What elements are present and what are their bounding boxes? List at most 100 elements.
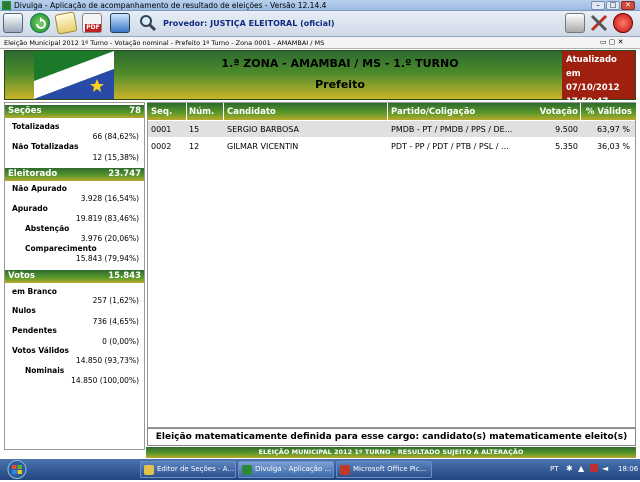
totalizadas-value: 66 (84,62%) bbox=[92, 132, 139, 141]
updated-box: Atualizado em 07/10/2012 17:59:47 bbox=[562, 51, 635, 107]
window-title: Divulga - Aplicação de acompanhamento de… bbox=[14, 1, 327, 10]
bluetooth-icon[interactable]: ✱ bbox=[566, 464, 573, 473]
task-divulga[interactable]: Divulga - Aplicação ... bbox=[238, 461, 334, 478]
apurado-value: 19.819 (83,46%) bbox=[75, 214, 139, 223]
col-partido[interactable]: Partido/Coligação bbox=[391, 107, 475, 117]
provider-label: Provedor: JUSTIÇA ELEITORAL (oficial) bbox=[163, 19, 335, 28]
status-bar: ELEIÇÃO MUNICIPAL 2012 1º TURNO - RESULT… bbox=[146, 447, 636, 458]
edit-icon[interactable] bbox=[54, 11, 78, 35]
abstencao-label: Abstenção bbox=[25, 224, 70, 233]
new-window-icon[interactable] bbox=[3, 13, 23, 33]
toolbar: PDF Provedor: JUSTIÇA ELEITORAL (oficial… bbox=[0, 11, 640, 37]
pendentes-value: 0 (0,00%) bbox=[102, 337, 139, 346]
nominais-value: 14.850 (100,00%) bbox=[71, 376, 139, 385]
pdf-label: PDF bbox=[85, 24, 101, 32]
close-button[interactable]: ✕ bbox=[621, 1, 635, 10]
system-tray: PT ✱ ▲ ◄ 18:06 bbox=[548, 459, 640, 480]
exit-icon[interactable] bbox=[613, 13, 633, 33]
eleitorado-label: Eleitorado bbox=[8, 169, 58, 179]
language-indicator[interactable]: PT bbox=[550, 465, 559, 473]
row1-validos: 63,97 % bbox=[596, 125, 630, 134]
row1-candidato: SERGIO BARBOSA bbox=[227, 125, 299, 134]
refresh-icon[interactable] bbox=[30, 13, 50, 33]
state-flag bbox=[34, 51, 114, 99]
title-bar: Divulga - Aplicação de acompanhamento de… bbox=[0, 0, 640, 11]
row2-seq: 0002 bbox=[151, 142, 172, 151]
updated-label: Atualizado em bbox=[566, 55, 617, 79]
monitor-icon[interactable] bbox=[110, 13, 130, 33]
updated-date: 07/10/2012 bbox=[566, 83, 620, 93]
branco-value: 257 (1,62%) bbox=[92, 296, 139, 305]
taskbar: Editor de Seções - A... Divulga - Aplica… bbox=[0, 459, 640, 480]
document-title: Eleição Municipal 2012 1º Turno - Votaçã… bbox=[4, 39, 325, 47]
tools-icon[interactable] bbox=[589, 13, 609, 33]
editor-icon bbox=[144, 465, 154, 475]
row2-partido: PDT - PP / PDT / PTB / PSL / ... bbox=[391, 142, 509, 151]
volume-icon[interactable]: ◄ bbox=[602, 464, 608, 473]
maximize-button[interactable]: □ bbox=[606, 1, 620, 10]
nulos-label: Nulos bbox=[12, 306, 36, 315]
cargo-title: Prefeito bbox=[315, 78, 365, 91]
refresh-arrow-icon bbox=[36, 17, 46, 29]
row2-candidato: GILMAR VICENTIN bbox=[227, 142, 299, 151]
arrow-icon[interactable]: ▲ bbox=[578, 464, 584, 473]
pdf-icon[interactable]: PDF bbox=[82, 13, 102, 33]
document-tab: Eleição Municipal 2012 1º Turno - Votaçã… bbox=[0, 37, 640, 49]
col-candidato[interactable]: Candidato bbox=[227, 107, 276, 117]
votos-header: Votos 15.843 bbox=[5, 270, 144, 283]
zone-title: 1.ª ZONA - AMAMBAI / MS - 1.º TURNO bbox=[221, 57, 459, 70]
nominais-label: Nominais bbox=[25, 366, 65, 375]
totalizadas-label: Totalizadas bbox=[12, 122, 60, 131]
secoes-value: 78 bbox=[129, 106, 141, 116]
task-label: Divulga - Aplicação ... bbox=[255, 465, 332, 473]
nao-apurado-label: Não Apurado bbox=[12, 184, 67, 193]
votos-label: Votos bbox=[8, 271, 35, 281]
task-office-picture[interactable]: Microsoft Office Pic... bbox=[336, 461, 432, 478]
col-votacao[interactable]: Votação bbox=[530, 107, 578, 117]
votos-value: 15.843 bbox=[108, 271, 141, 281]
divulga-icon bbox=[242, 465, 252, 475]
nao-totalizadas-value: 12 (15,38%) bbox=[92, 153, 139, 162]
task-editor-secoes[interactable]: Editor de Seções - A... bbox=[140, 461, 236, 478]
search-icon[interactable] bbox=[138, 13, 158, 33]
secoes-label: Seções bbox=[8, 106, 42, 116]
task-label: Editor de Seções - A... bbox=[157, 465, 235, 473]
apurado-label: Apurado bbox=[12, 204, 48, 213]
col-num[interactable]: Núm. bbox=[189, 107, 214, 117]
col-validos[interactable]: % Válidos bbox=[584, 107, 632, 117]
alert-icon[interactable] bbox=[590, 464, 598, 472]
windows-logo-icon bbox=[7, 460, 27, 479]
minimize-button[interactable]: – bbox=[591, 1, 605, 10]
comparecimento-label: Comparecimento bbox=[25, 244, 97, 253]
magnifier-icon bbox=[140, 15, 157, 32]
start-button[interactable] bbox=[2, 459, 32, 480]
row1-seq: 0001 bbox=[151, 125, 172, 134]
validos-value: 14.850 (93,73%) bbox=[75, 356, 139, 365]
nao-apurado-value: 3.928 (16,54%) bbox=[80, 194, 139, 203]
menu-icon[interactable] bbox=[565, 13, 585, 33]
validos-label: Votos Válidos bbox=[12, 346, 69, 355]
app-icon bbox=[2, 1, 11, 10]
result-message: Eleição matematicamente definida para es… bbox=[147, 428, 636, 446]
row2-validos: 36,03 % bbox=[596, 142, 630, 151]
row2-votacao: 5.350 bbox=[555, 142, 578, 151]
row2-num: 12 bbox=[189, 142, 200, 151]
flag-image bbox=[34, 51, 114, 99]
eleitorado-header: Eleitorado 23.747 bbox=[5, 168, 144, 181]
pendentes-label: Pendentes bbox=[12, 326, 57, 335]
doc-window-controls[interactable]: ▭ ▢ ✕ bbox=[600, 38, 624, 46]
clock[interactable]: 18:06 bbox=[618, 465, 638, 473]
office-icon bbox=[340, 465, 350, 475]
secoes-header: Seções 78 bbox=[5, 105, 144, 118]
nao-totalizadas-label: Não Totalizadas bbox=[12, 142, 79, 151]
branco-label: em Branco bbox=[12, 287, 57, 296]
nulos-value: 736 (4,65%) bbox=[92, 317, 139, 326]
wrench-icon bbox=[590, 14, 608, 32]
abstencao-value: 3.976 (20,06%) bbox=[80, 234, 139, 243]
col-seq[interactable]: Seq. bbox=[151, 107, 172, 117]
eleitorado-value: 23.747 bbox=[108, 169, 141, 179]
row1-partido: PMDB - PT / PMDB / PPS / DE... bbox=[391, 125, 513, 134]
row1-votacao: 9.500 bbox=[555, 125, 578, 134]
row1-num: 15 bbox=[189, 125, 200, 134]
task-label: Microsoft Office Pic... bbox=[353, 465, 427, 473]
